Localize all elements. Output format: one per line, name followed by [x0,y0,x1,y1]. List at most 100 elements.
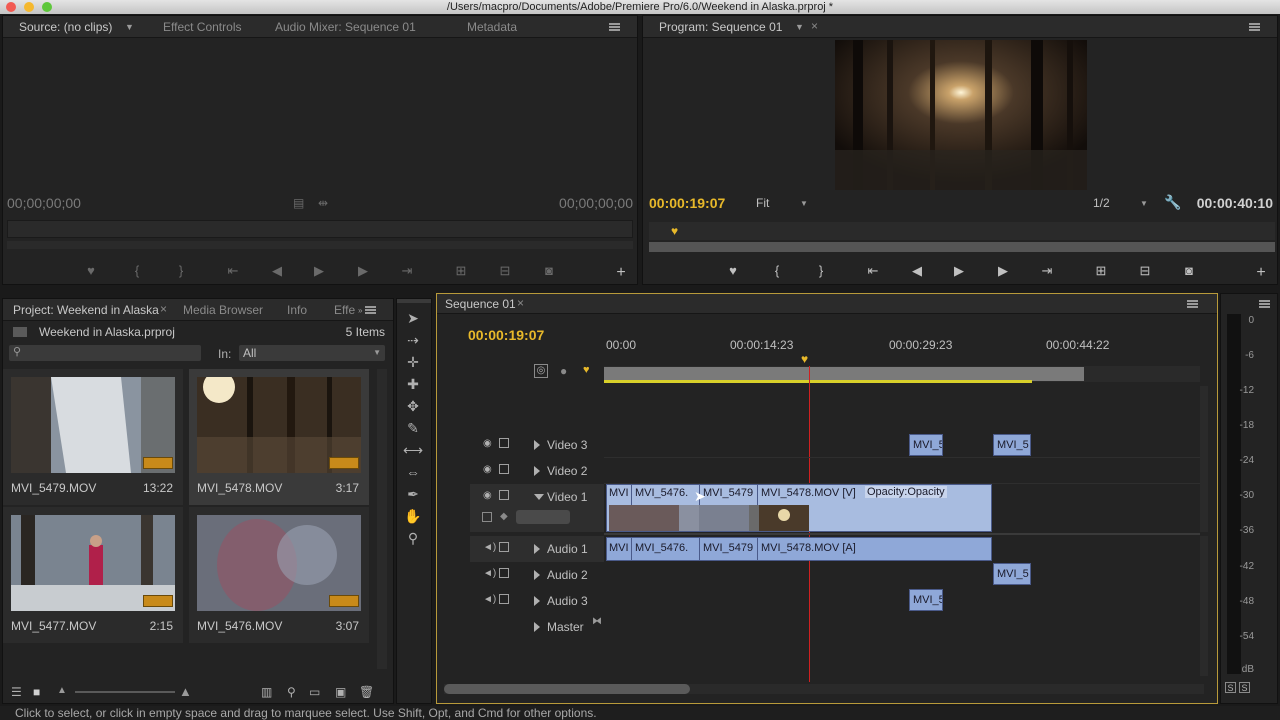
button-editor-plus-icon[interactable]: + [1251,264,1271,282]
timeline-clip[interactable]: MVI_5 [909,434,943,456]
toggle-output-eye-icon[interactable]: ◉ [483,465,493,475]
minimize-window-button[interactable] [24,2,34,12]
expand-track-icon[interactable] [534,440,540,450]
program-zoom-bar[interactable] [649,242,1275,252]
tab-effect-controls[interactable]: Effect Controls [163,16,241,38]
tab-effects[interactable]: Effe [334,299,355,321]
toggle-output-eye-icon[interactable]: ◉ [483,491,493,501]
expand-track-icon[interactable] [534,570,540,580]
overwrite-icon[interactable]: ⊟ [495,262,515,280]
expand-track-icon[interactable] [534,466,540,476]
drag-audio-icon[interactable]: ⇹ [318,196,328,210]
drag-video-icon[interactable]: ▤ [293,196,304,210]
close-window-button[interactable] [6,2,16,12]
new-item-icon[interactable]: ▣ [335,685,346,699]
timeline-horizontal-scrollbar[interactable] [444,684,690,694]
mark-out-icon[interactable]: } [811,262,831,280]
video1-clip-group[interactable]: MVI MVI_5476. MVI_5479 MVI_5478.MOV [V] … [606,484,992,532]
speaker-icon[interactable]: ◄) [483,595,496,605]
timeline-clip[interactable]: MVI_5476. [635,538,688,558]
new-bin-icon[interactable]: ▭ [309,685,320,699]
video-tracks-scrollbar[interactable] [1200,386,1208,532]
play-icon[interactable]: ▶ [949,262,969,280]
zoom-window-button[interactable] [42,2,52,12]
opacity-dropdown[interactable]: Opacity:Opacity [865,486,947,498]
sync-lock-icon[interactable] [499,568,509,578]
export-frame-icon[interactable]: ◙ [539,262,559,280]
timeline-clip[interactable]: MVI_5479 [703,538,753,558]
project-item[interactable]: MVI_5478.MOV 3:17 [189,369,369,505]
project-item[interactable]: MVI_5476.MOV 3:07 [189,507,369,643]
work-area-bar[interactable] [604,367,1084,381]
mark-in-icon[interactable]: { [127,262,147,280]
track-video-1[interactable]: ◉ Video 1 ◆ [470,484,604,532]
timeline-clip[interactable]: MVI_5 [909,589,943,611]
step-back-icon[interactable]: ◀ [907,262,927,280]
audio1-clip-group[interactable]: MVI MVI_5476. MVI_5479 MVI_5478.MOV [A] [606,537,992,561]
speaker-icon[interactable]: ◄) [483,543,496,553]
mark-in-icon[interactable]: { [767,262,787,280]
tab-source[interactable]: Source: (no clips) [19,16,112,38]
source-zoom-bar[interactable] [7,241,633,249]
add-marker-icon[interactable]: ♥ [723,262,743,280]
sync-lock-icon[interactable] [499,490,509,500]
tab-sequence[interactable]: Sequence 01 [445,294,516,314]
timeline-clip[interactable]: MVI_5478.MOV [A] [761,538,856,558]
panel-menu-icon[interactable] [609,23,620,31]
sequence-marker-icon[interactable]: ♥ [583,364,590,376]
step-forward-icon[interactable]: ▶ [993,262,1013,280]
close-tab-icon[interactable]: × [811,19,818,33]
project-scrollbar[interactable] [377,369,387,669]
source-time-ruler[interactable] [7,220,633,238]
track-video-3[interactable]: ◉ Video 3 [470,432,604,458]
tab-audio-mixer[interactable]: Audio Mixer: Sequence 01 [275,16,416,38]
trash-icon[interactable]: 🗑 [359,685,374,699]
in-filter-dropdown[interactable]: All ▼ [239,345,385,361]
close-tab-icon[interactable]: × [517,296,524,310]
extract-icon[interactable]: ⊟ [1135,262,1155,280]
icon-view-icon[interactable]: ■ [33,685,40,699]
panel-menu-icon[interactable] [1249,23,1260,31]
automate-to-sequence-icon[interactable]: ▥ [261,685,272,699]
track-select-tool-icon[interactable]: ⇢ [403,331,423,349]
sync-lock-icon[interactable] [499,438,509,448]
settings-wrench-icon[interactable]: 🔧 [1164,194,1181,211]
go-to-out-icon[interactable]: ⇥ [397,262,417,280]
go-to-in-icon[interactable]: ⇤ [223,262,243,280]
project-item[interactable]: MVI_5479.MOV 13:22 [3,369,183,505]
selection-tool-icon[interactable]: ➤ [403,309,423,327]
source-timecode-left[interactable]: 00;00;00;00 [7,195,81,211]
speaker-icon[interactable]: ◄) [483,569,496,579]
timeline-clip[interactable]: MVI_5476. [635,487,688,499]
timeline-clip[interactable]: MVI [609,538,629,558]
track-audio-1[interactable]: ◄) Audio 1 [470,536,604,562]
timeline-clip[interactable]: MVI_5478.MOV [V] [761,487,856,499]
sync-lock-icon[interactable] [499,594,509,604]
tab-metadata[interactable]: Metadata [467,16,517,38]
panel-menu-icon[interactable] [1187,300,1198,308]
sync-lock-icon[interactable] [499,542,509,552]
program-dropdown-icon[interactable]: ▼ [795,22,804,32]
panel-menu-icon[interactable] [365,306,376,314]
fit-dropdown[interactable]: Fit [756,196,769,210]
add-marker-icon[interactable]: ♥ [81,262,101,280]
resolution-chevron-down-icon[interactable]: ▼ [1140,199,1148,208]
expand-track-icon[interactable] [534,544,540,554]
program-current-timecode[interactable]: 00:00:19:07 [649,195,725,211]
add-marker-icon[interactable]: ● [560,364,567,378]
fit-chevron-down-icon[interactable]: ▼ [800,199,808,208]
keyframe-nav[interactable] [516,510,570,524]
timeline-clip[interactable]: MVI_5 [993,434,1031,456]
mark-out-icon[interactable]: } [171,262,191,280]
hand-tool-icon[interactable]: ✋ [403,507,423,525]
project-item[interactable]: MVI_5477.MOV 2:15 [3,507,183,643]
playhead-icon[interactable]: ♥ [801,352,808,366]
razor-tool-icon[interactable]: ✎ [403,419,423,437]
snap-icon[interactable]: ◎ [534,364,548,378]
resolution-dropdown[interactable]: 1/2 [1093,196,1110,210]
rate-stretch-tool-icon[interactable]: ✥ [403,397,423,415]
audio-tracks-scrollbar[interactable] [1200,536,1208,676]
time-ruler[interactable]: 00:00 00:00:14:23 00:00:29:23 00:00:44:2… [604,336,1200,358]
tab-project[interactable]: Project: Weekend in Alaska [13,299,159,321]
go-to-in-icon[interactable]: ⇤ [863,262,883,280]
